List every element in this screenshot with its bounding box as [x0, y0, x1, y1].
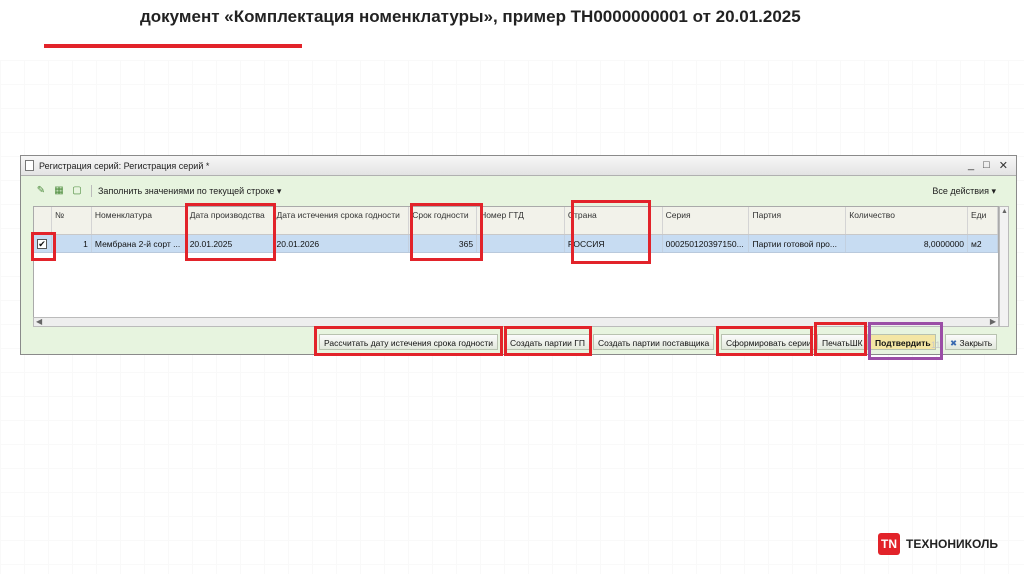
- form-series-button[interactable]: Сформировать серии: [721, 334, 817, 350]
- header-gtd-number[interactable]: Номер ГТД: [477, 207, 565, 234]
- logo-mark-icon: TN: [878, 533, 900, 555]
- row-checkbox[interactable]: ✔: [37, 239, 47, 249]
- close-button-label: Закрыть: [959, 338, 993, 348]
- row-series[interactable]: 000250120397150...: [663, 235, 750, 252]
- logo-text: ТЕХНОНИКОЛЬ: [906, 537, 999, 551]
- series-table: № Номенклатура Дата производства Дата ис…: [33, 206, 999, 326]
- close-window-button[interactable]: ✕: [999, 159, 1008, 172]
- vertical-scrollbar[interactable]: ▲: [999, 206, 1009, 327]
- confirm-button[interactable]: Подтвердить: [870, 334, 936, 350]
- minimize-button[interactable]: _: [968, 159, 974, 172]
- header-nomenclature[interactable]: Номенклатура: [92, 207, 187, 234]
- dropdown-arrow-icon: ▾: [276, 185, 282, 196]
- company-logo: TN ТЕХНОНИКОЛЬ: [878, 533, 998, 555]
- scroll-right-icon[interactable]: ▶: [990, 317, 996, 326]
- scroll-up-icon[interactable]: ▲: [1001, 208, 1008, 215]
- fill-from-row-label: Заполнить значениями по текущей строке: [98, 185, 275, 196]
- check-all-icon[interactable]: ▦: [53, 185, 65, 197]
- pencil-icon[interactable]: ✎: [35, 185, 47, 197]
- row-number: 1: [52, 235, 92, 252]
- button-bar: Рассчитать дату истечения срока годности…: [21, 330, 1018, 354]
- row-production-date[interactable]: 20.01.2025: [187, 235, 274, 252]
- header-batch[interactable]: Партия: [749, 207, 847, 234]
- header-country[interactable]: Страна: [565, 207, 663, 234]
- header-expiry-date[interactable]: Дата истечения срока годности: [274, 207, 410, 234]
- row-checkbox-cell[interactable]: ✔: [34, 235, 52, 252]
- series-registration-window: Регистрация серий: Регистрация серий * _…: [20, 155, 1017, 355]
- page-number: 11: [931, 340, 941, 350]
- header-number[interactable]: №: [52, 207, 92, 234]
- print-barcode-button[interactable]: ПечатьШК: [817, 334, 868, 350]
- row-nomenclature[interactable]: Мембрана 2-й сорт ...: [92, 235, 187, 252]
- header-check: [34, 207, 52, 234]
- horizontal-scrollbar[interactable]: ◀ ▶: [33, 317, 999, 327]
- window-controls: _ □ ✕: [968, 159, 1016, 172]
- uncheck-all-icon[interactable]: ▢: [71, 185, 83, 197]
- close-button[interactable]: ✖ Закрыть: [945, 334, 998, 350]
- create-supplier-batches-button[interactable]: Создать партии поставщика: [593, 334, 715, 350]
- document-icon: [25, 160, 34, 171]
- dropdown-arrow-icon: ▾: [991, 185, 996, 196]
- row-gtd-number[interactable]: [477, 235, 565, 252]
- maximize-button[interactable]: □: [983, 159, 990, 172]
- fill-from-row-button[interactable]: Заполнить значениями по текущей строке ▾: [98, 186, 281, 197]
- row-unit[interactable]: м2: [968, 235, 998, 252]
- row-shelf-life[interactable]: 365: [409, 235, 478, 252]
- header-unit[interactable]: Еди: [968, 207, 998, 234]
- row-expiry-date[interactable]: 20.01.2026: [274, 235, 410, 252]
- toolbar: ✎ ▦ ▢ Заполнить значениями по текущей ст…: [21, 182, 1016, 200]
- all-actions-menu[interactable]: Все действия ▾: [932, 186, 1016, 197]
- row-country[interactable]: РОССИЯ: [565, 235, 663, 252]
- row-batch[interactable]: Партии готовой про...: [749, 235, 847, 252]
- close-x-icon: ✖: [950, 338, 958, 348]
- calc-expiry-button[interactable]: Рассчитать дату истечения срока годности: [319, 334, 499, 350]
- all-actions-label: Все действия: [932, 185, 989, 196]
- row-quantity[interactable]: 8,0000000: [846, 235, 969, 252]
- title-underline: [44, 44, 302, 48]
- window-title: Регистрация серий: Регистрация серий *: [39, 160, 210, 171]
- header-shelf-life[interactable]: Срок годности: [409, 207, 478, 234]
- toolbar-separator: [91, 185, 92, 197]
- header-quantity[interactable]: Количество: [846, 207, 969, 234]
- scroll-left-icon[interactable]: ◀: [36, 317, 42, 326]
- header-series[interactable]: Серия: [663, 207, 750, 234]
- window-titlebar: Регистрация серий: Регистрация серий * _…: [21, 156, 1016, 176]
- table-header: № Номенклатура Дата производства Дата ис…: [34, 207, 998, 235]
- header-production-date[interactable]: Дата производства: [187, 207, 274, 234]
- table-row[interactable]: ✔ 1 Мембрана 2-й сорт ... 20.01.2025 20.…: [34, 235, 998, 253]
- slide-title: документ «Комплектация номенклатуры», пр…: [140, 7, 801, 26]
- create-gp-batches-button[interactable]: Создать партии ГП: [505, 334, 590, 350]
